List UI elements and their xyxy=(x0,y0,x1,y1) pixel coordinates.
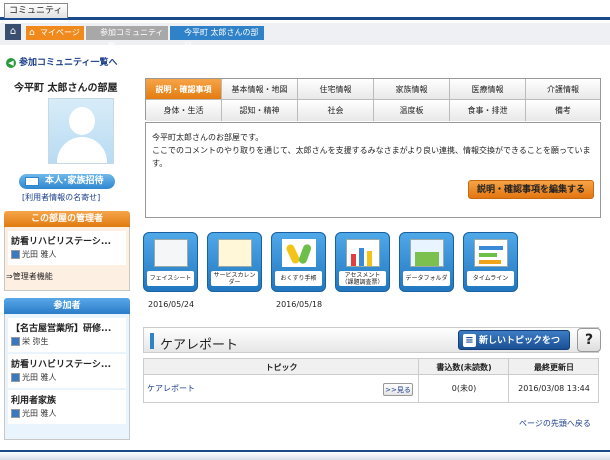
participant-person: 栄 弥生 xyxy=(11,336,49,347)
breadcrumb-community-list-label: 参加コミュニティ一覧 xyxy=(100,28,164,51)
page-top-link[interactable]: ページの先頭へ戻る xyxy=(519,418,591,429)
medicine-date: 2016/05/18 xyxy=(276,300,323,309)
tab-medical[interactable]: 医療情報 xyxy=(450,79,526,100)
tab-care[interactable]: 介護情報 xyxy=(526,79,600,100)
top-bar: コミュニティ xyxy=(0,0,610,20)
description-line: 今平町太郎さんのお部屋です。 xyxy=(152,133,264,142)
face-sheet-date: 2016/05/24 xyxy=(148,300,195,309)
service-calendar-tile[interactable]: サービスカレンダー xyxy=(207,232,262,292)
description-panel: 今平町太郎さんのお部屋です。 ここでのコメントのやり取りを通じて、太郎さんを支援… xyxy=(145,122,601,218)
room-title: 今平町 太郎さんの部屋 xyxy=(14,83,118,94)
column-updated: 最終更新日 xyxy=(534,363,574,372)
participant-item: 訪看リハビリステーシ... 光田 雅人 xyxy=(8,354,126,388)
face-sheet-tile[interactable]: フェイスシート xyxy=(143,232,198,292)
data-folder-tile[interactable]: データフォルダ xyxy=(399,232,454,292)
tile-label: データフォルダ xyxy=(403,271,450,286)
community-tab[interactable]: コミュニティ xyxy=(4,3,68,18)
participant-person-name: 光田 雅人 xyxy=(22,373,57,382)
help-button[interactable]: ? xyxy=(577,328,601,352)
admin-org[interactable]: 訪看リハビリステーシ... xyxy=(11,234,111,247)
breadcrumb-current-room: 今平町 太郎さんの部屋 xyxy=(170,26,264,51)
participant-person-name: 光田 雅人 xyxy=(22,409,57,418)
footer-bar xyxy=(0,450,610,460)
column-divider xyxy=(508,358,509,403)
invite-family-button[interactable]: 本人･家族招待 xyxy=(19,174,115,189)
description-line: す。 xyxy=(152,159,168,168)
table-header: トピック 書込数(未読数) 最終更新日 xyxy=(143,358,599,375)
house-icon: ⌂ xyxy=(29,28,35,38)
breadcrumb-mypage-label: マイページ xyxy=(40,28,80,37)
tab-body-life[interactable]: 身体・生活 xyxy=(146,100,222,121)
participant-person: 光田 雅人 xyxy=(11,408,57,419)
tile-label: タイムライン xyxy=(467,271,514,286)
person-icon xyxy=(11,337,20,346)
column-count: 書込数(未読数) xyxy=(436,363,492,372)
tab-basic-info[interactable]: 基本情報・地図 xyxy=(222,79,298,100)
invite-label: 本人･家族招待 xyxy=(45,176,104,186)
back-link-label: 参加コミュニティ一覧へ xyxy=(19,58,118,68)
envelope-icon xyxy=(25,177,39,186)
info-tabs: 説明・確認事項 基本情報・地図 住宅情報 家族情報 医療情報 介護情報 身体・生… xyxy=(145,78,601,121)
medicine-icon xyxy=(282,239,316,267)
admin-person-name: 光田 雅人 xyxy=(22,250,57,259)
description-line: ここでのコメントのやり取りを通じて、太郎さんを支援するみなさまがより良い連携、情… xyxy=(152,146,591,155)
calendar-icon xyxy=(218,239,252,267)
new-topic-button[interactable]: ≡ 新しいトピックをつくる xyxy=(458,330,570,366)
tab-cognition[interactable]: 認知・精神 xyxy=(222,100,298,121)
back-arrow-icon: ◀ xyxy=(6,58,16,68)
participant-org[interactable]: 利用者家族 xyxy=(11,393,56,406)
assessment-tile[interactable]: アセスメント（課題調査票） xyxy=(335,232,390,292)
folder-icon xyxy=(410,239,444,267)
participants-section-title: 参加者 xyxy=(4,298,130,314)
admin-function-link[interactable]: ⇒管理者機能 xyxy=(6,271,53,282)
tile-label: アセスメント（課題調査票） xyxy=(339,271,386,286)
table-row: ケアレポート 0(未0) 2016/03/08 13:44 xyxy=(143,375,599,403)
tile-label: おくすり手帳 xyxy=(275,271,322,286)
tab-social[interactable]: 社会 xyxy=(298,100,374,121)
participants-section: 【名古屋営業所】研修... 栄 弥生 訪看リハビリステーシ... 光田 雅人 利… xyxy=(4,314,130,440)
home-icon[interactable]: ⌂ xyxy=(5,24,21,40)
participant-org[interactable]: 【名古屋営業所】研修... xyxy=(11,321,111,334)
new-topic-icon: ≡ xyxy=(463,334,476,347)
breadcrumb-community-list[interactable]: 参加コミュニティ一覧 xyxy=(86,26,168,51)
person-icon xyxy=(11,409,20,418)
participant-org[interactable]: 訪看リハビリステーシ... xyxy=(11,357,111,370)
person-icon xyxy=(11,373,20,382)
timeline-icon xyxy=(474,239,508,267)
medicine-tile[interactable]: おくすり手帳 xyxy=(271,232,326,292)
topic-updated: 2016/03/08 13:44 xyxy=(518,384,590,393)
section-bar xyxy=(150,333,154,349)
breadcrumb-current-room-label: 今平町 太郎さんの部屋 xyxy=(184,28,259,51)
tab-description[interactable]: 説明・確認事項 xyxy=(146,79,222,100)
column-divider xyxy=(418,358,419,403)
participant-item: 利用者家族 光田 雅人 xyxy=(8,390,126,424)
breadcrumb-mypage[interactable]: ⌂ マイページ xyxy=(26,26,84,40)
back-to-community-list-link[interactable]: ◀ 参加コミュニティ一覧へ xyxy=(6,55,117,68)
topic-link[interactable]: ケアレポート xyxy=(147,375,195,403)
care-report-title: ケアレポート xyxy=(160,338,239,353)
name-card-link[interactable]: [利用者情報の名寄せ] xyxy=(22,192,100,203)
admin-person: 光田 雅人 xyxy=(11,249,57,260)
assessment-icon xyxy=(346,239,380,267)
view-topic-button[interactable]: >>見る xyxy=(383,383,413,396)
tab-temperature[interactable]: 温度板 xyxy=(374,100,450,121)
tab-notes[interactable]: 備考 xyxy=(526,100,600,121)
person-icon xyxy=(11,250,20,259)
tile-label: フェイスシート xyxy=(147,271,194,286)
participant-person-name: 栄 弥生 xyxy=(22,337,49,346)
tab-meal[interactable]: 食事・排泄 xyxy=(450,100,526,121)
participant-person: 光田 雅人 xyxy=(11,372,57,383)
admin-section-title: この部屋の管理者 xyxy=(4,211,130,227)
admin-item: 訪看リハビリステーシ... 光田 雅人 xyxy=(8,231,126,265)
edit-description-button[interactable]: 説明・確認事項を編集する xyxy=(468,180,594,199)
participant-item: 【名古屋営業所】研修... 栄 弥生 xyxy=(8,318,126,352)
tab-housing[interactable]: 住宅情報 xyxy=(298,79,374,100)
avatar xyxy=(48,98,114,164)
tab-family[interactable]: 家族情報 xyxy=(374,79,450,100)
face-sheet-icon xyxy=(154,239,188,267)
column-topic: トピック xyxy=(265,363,298,372)
timeline-tile[interactable]: タイムライン xyxy=(463,232,518,292)
topic-count: 0(未0) xyxy=(451,384,477,393)
tile-label: サービスカレンダー xyxy=(211,271,258,286)
